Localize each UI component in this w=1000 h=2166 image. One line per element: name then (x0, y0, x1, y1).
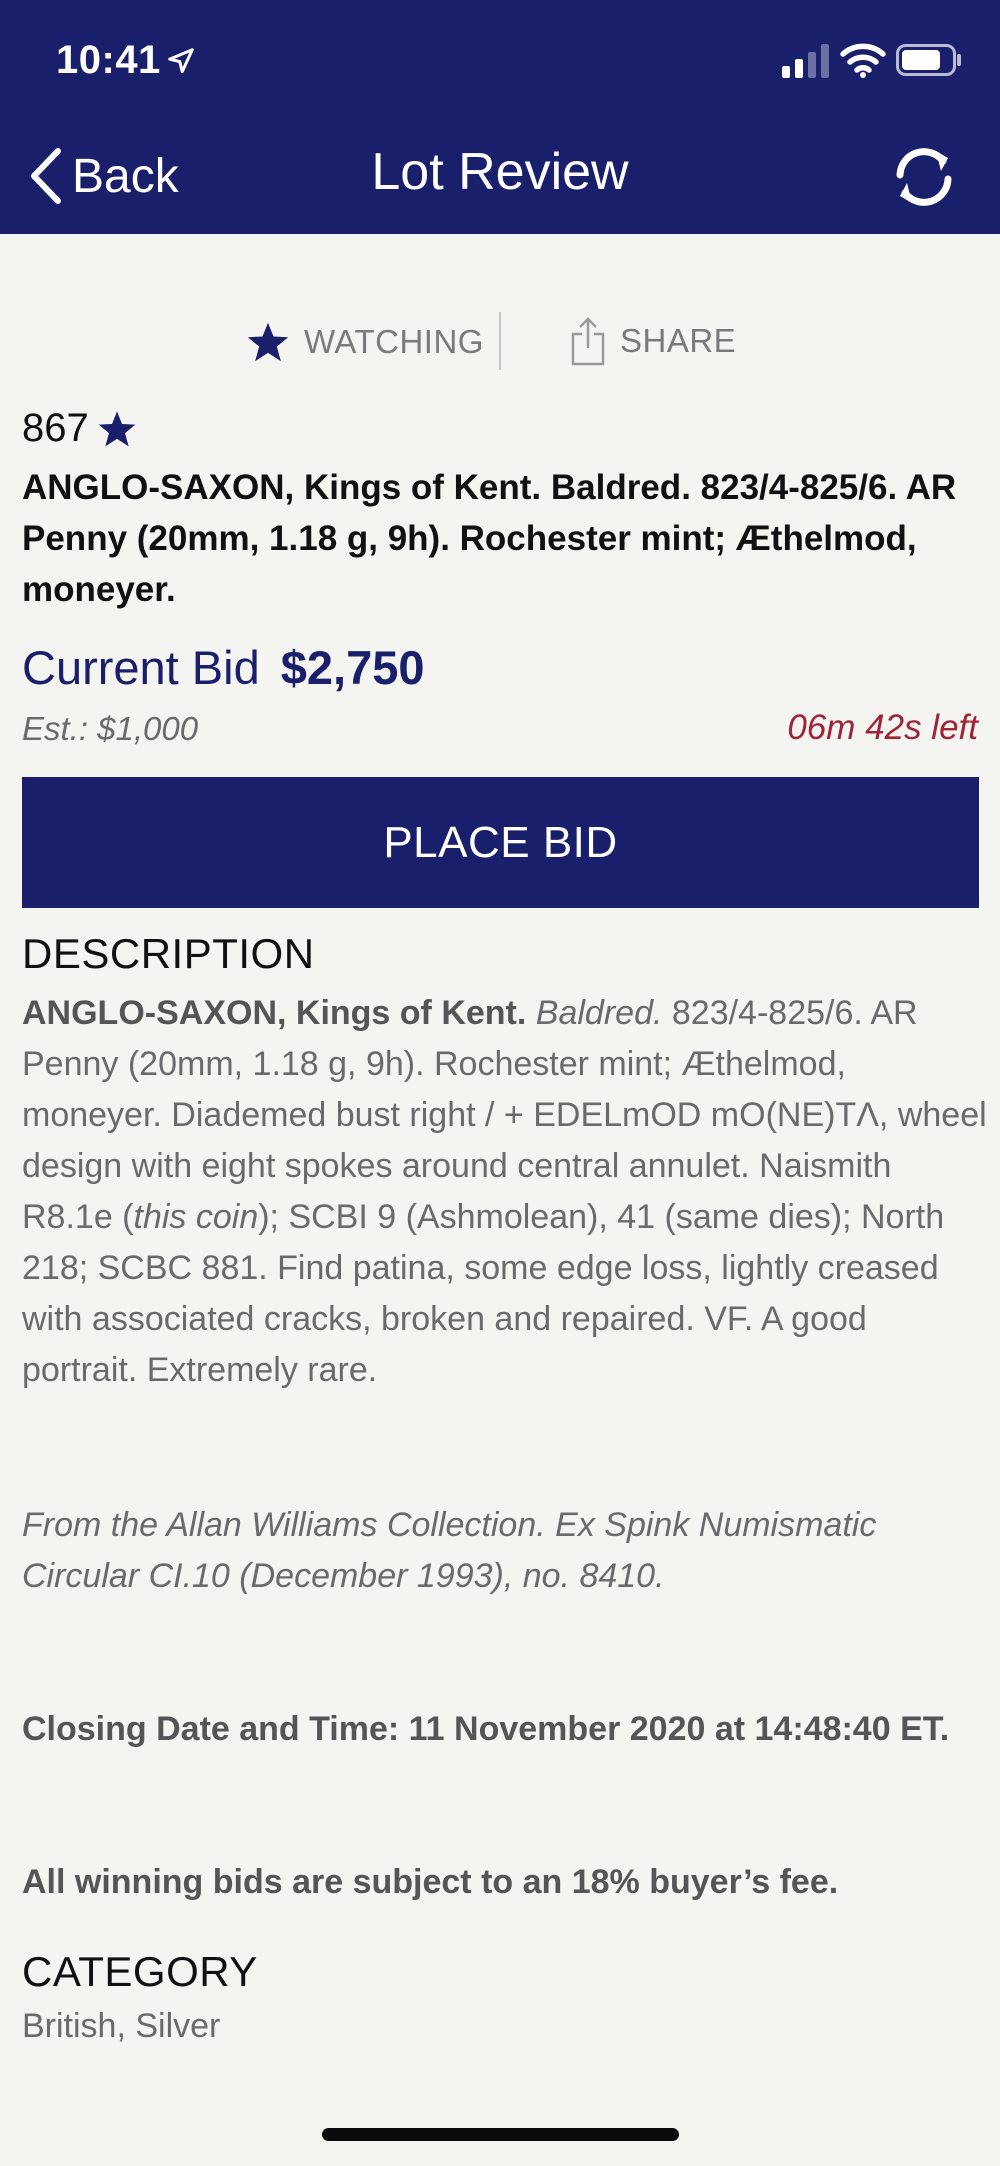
category-value: British, Silver (22, 2007, 221, 2045)
watching-label: WATCHING (304, 323, 484, 360)
lot-actions-bar: WATCHING SHARE (0, 312, 1000, 372)
description-italic-ref: this coin (133, 1198, 259, 1236)
description-bold-intro: ANGLO-SAXON, Kings of Kent. (22, 994, 527, 1032)
category-heading: CATEGORY (22, 1948, 258, 1995)
time-left: 06m 42s left (787, 708, 978, 747)
provenance: From the Allan Williams Collection. Ex S… (22, 1506, 877, 1595)
location-arrow-icon (168, 48, 194, 74)
description-ruler: Baldred. (535, 994, 663, 1032)
wifi-icon (840, 43, 886, 78)
share-icon (571, 317, 605, 366)
share-label: SHARE (620, 322, 737, 359)
buyers-fee-note: All winning bids are subject to an 18% b… (22, 1863, 839, 1901)
place-bid-button[interactable]: PLACE BID (22, 777, 979, 908)
status-time: 10:41 (56, 38, 161, 82)
home-indicator (322, 2128, 679, 2141)
share-button[interactable]: SHARE (570, 316, 736, 366)
nav-bar: 10:41 Back Lot Review (0, 0, 1000, 234)
refresh-icon[interactable] (886, 142, 962, 212)
current-bid-label: Current Bid (22, 641, 260, 694)
lot-title: ANGLO-SAXON, Kings of Kent. Baldred. 823… (22, 468, 957, 609)
watched-star-icon (98, 411, 136, 446)
cellular-signal-icon (782, 44, 829, 78)
battery-icon (896, 44, 961, 76)
lot-number: 867 (22, 406, 89, 450)
page-title: Lot Review (371, 143, 629, 201)
current-bid: Current Bid $2,750 (22, 640, 425, 695)
actions-divider (499, 312, 501, 370)
lot-number-row: 867 (22, 406, 137, 451)
estimate: Est.: $1,000 (22, 710, 199, 747)
star-icon (247, 322, 289, 362)
description-body: ANGLO-SAXON, Kings of Kent. Baldred. 823… (22, 988, 987, 1396)
current-bid-amount: $2,750 (280, 641, 425, 694)
description-heading: DESCRIPTION (22, 930, 315, 977)
watching-button[interactable]: WATCHING (246, 320, 484, 364)
closing-date: Closing Date and Time: 11 November 2020 … (22, 1710, 950, 1748)
